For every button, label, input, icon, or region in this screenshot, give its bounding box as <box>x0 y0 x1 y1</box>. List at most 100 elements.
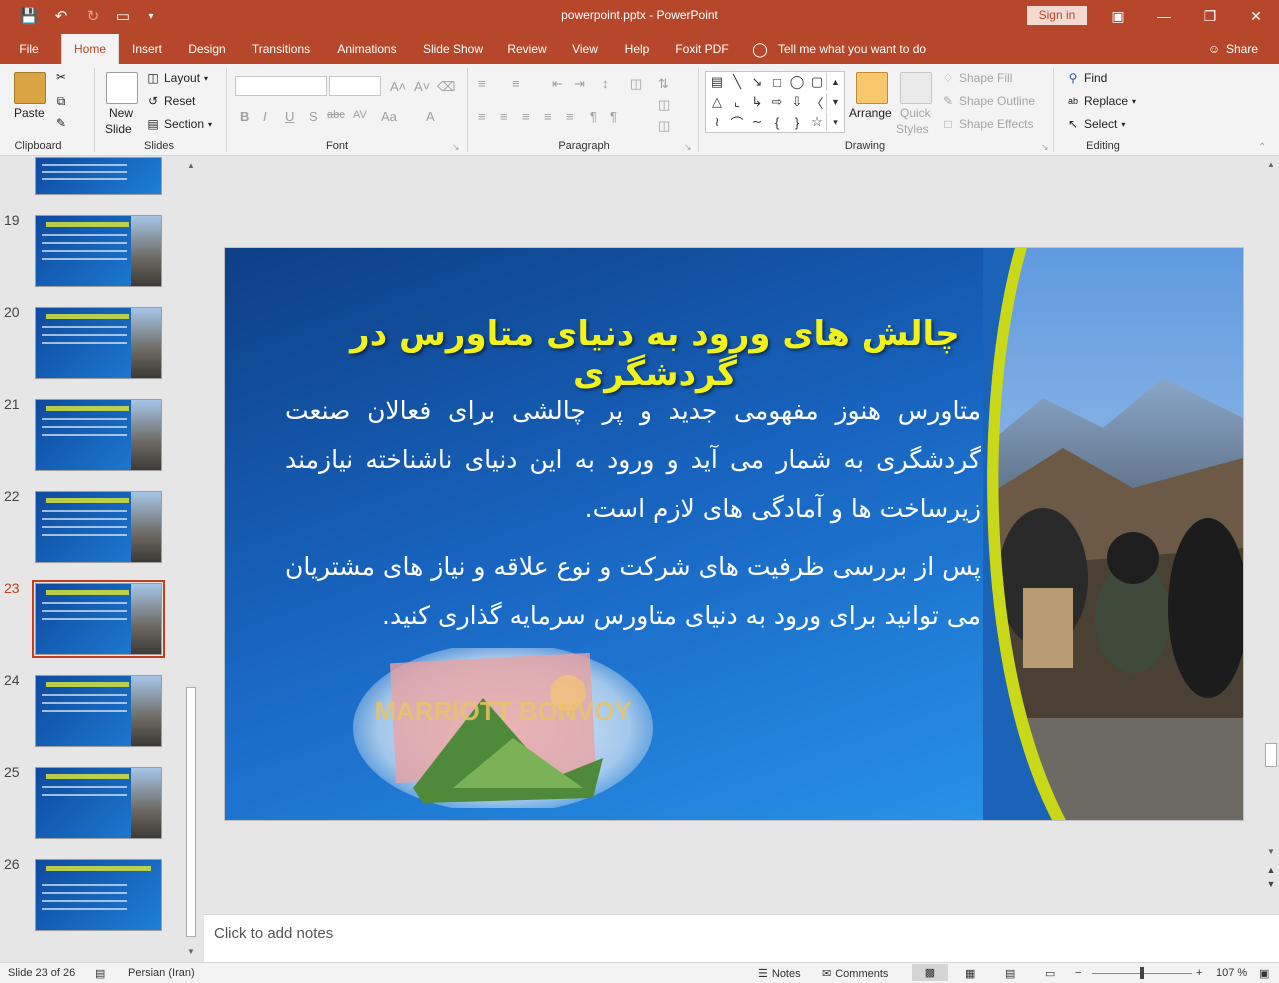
align-center-icon[interactable]: ≡ <box>500 109 508 124</box>
slide-paragraph-2[interactable]: پس از بررسی ظرفیت های شرکت و نوع علاقه و… <box>285 542 981 640</box>
tab-help[interactable]: Help <box>618 32 656 64</box>
textbox-shape-icon[interactable]: ▤ <box>708 73 726 91</box>
replace-button[interactable]: ab Replace ▾ <box>1066 94 1136 108</box>
paste-icon[interactable] <box>14 72 46 104</box>
normal-view-button[interactable]: ▩ <box>912 964 948 981</box>
align-left-icon[interactable]: ≡ <box>478 109 486 124</box>
triangle-shape-icon[interactable]: △ <box>708 93 726 111</box>
tab-transitions[interactable]: Transitions <box>245 32 317 64</box>
notes-toggle[interactable]: ☰ Notes <box>758 967 801 981</box>
close-icon[interactable]: ✕ <box>1233 0 1279 32</box>
shape-effects-button[interactable]: □ Shape Effects <box>941 117 1033 131</box>
rtl-icon[interactable]: ¶ <box>610 109 617 124</box>
thumbnail-scrollbar[interactable]: ▲ ▼ <box>184 157 198 962</box>
minimize-icon[interactable]: — <box>1141 0 1187 32</box>
slide-count[interactable]: Slide 23 of 26 <box>8 967 75 979</box>
zoom-slider-thumb[interactable] <box>1140 967 1144 979</box>
ribbon-display-icon[interactable]: ▣ <box>1095 0 1141 32</box>
tell-me-search[interactable]: Tell me what you want to do <box>778 32 938 64</box>
character-spacing-button[interactable]: AV <box>353 109 367 121</box>
shape-fill-button[interactable]: ♢ Shape Fill <box>941 71 1013 85</box>
scribble-shape-icon[interactable]: ∼ <box>748 113 766 131</box>
layout-button[interactable]: ◫ Layout ▾ <box>146 71 208 85</box>
shapes-gallery[interactable]: ▤ ╲ ↘ □ ◯ ▢ △ ⌞ ↳ ⇨ ⇩ 〈 ≀ ⌒ ∼ { } ☆ ▲ ▼ … <box>705 71 845 133</box>
elbow-arrow-icon[interactable]: ↳ <box>748 93 766 111</box>
restore-icon[interactable]: ❐ <box>1187 0 1233 32</box>
tab-view[interactable]: View <box>565 32 605 64</box>
cut-icon[interactable]: ✂ <box>54 70 68 84</box>
zoom-in-button[interactable]: + <box>1196 967 1202 979</box>
slide-thumbnail[interactable] <box>35 399 162 471</box>
gallery-down-icon[interactable]: ▼ <box>826 93 844 111</box>
slide-sorter-view-button[interactable]: ▦ <box>965 967 975 980</box>
arc-shape-icon[interactable]: ⌒ <box>728 113 746 131</box>
shape-outline-button[interactable]: ✎ Shape Outline <box>941 94 1035 108</box>
increase-indent-icon[interactable]: ⇥ <box>574 76 585 92</box>
tab-insert[interactable]: Insert <box>124 32 170 64</box>
clear-format-icon[interactable]: ⌫ <box>437 79 455 95</box>
line-shape-icon[interactable]: ╲ <box>728 73 746 91</box>
rectangle-shape-icon[interactable]: □ <box>768 73 786 91</box>
strikethrough-button[interactable]: abc <box>327 109 345 121</box>
text-direction-icon[interactable]: ⇅ <box>658 76 669 92</box>
tab-review[interactable]: Review <box>502 32 552 64</box>
gallery-up-icon[interactable]: ▲ <box>826 73 844 91</box>
tab-home[interactable]: Home <box>61 34 119 66</box>
slide-show-view-button[interactable]: ▭ <box>1045 967 1055 980</box>
arrow-line-shape-icon[interactable]: ↘ <box>748 73 766 91</box>
italic-button[interactable]: I <box>263 109 267 124</box>
font-name-dropdown[interactable] <box>235 76 327 96</box>
oval-shape-icon[interactable]: ◯ <box>788 73 806 91</box>
language-indicator[interactable]: Persian (Iran) <box>128 967 195 979</box>
section-button[interactable]: ▤ Section ▾ <box>146 117 212 131</box>
arrange-icon[interactable] <box>856 72 888 104</box>
paragraph-dialog-launcher-icon[interactable]: ↘ <box>684 142 692 153</box>
reset-button[interactable]: ↺ Reset <box>146 94 195 108</box>
slide-thumbnail[interactable] <box>35 859 162 931</box>
slide-thumbnail-selected[interactable] <box>32 580 165 658</box>
left-brace-shape-icon[interactable]: { <box>768 113 786 131</box>
down-arrow-shape-icon[interactable]: ⇩ <box>788 93 806 111</box>
tab-animations[interactable]: Animations <box>330 32 404 64</box>
slide-thumbnail[interactable] <box>35 157 162 195</box>
quick-styles-label-1[interactable]: Quick <box>900 106 931 120</box>
underline-button[interactable]: U <box>285 109 294 124</box>
scroll-thumb[interactable] <box>186 687 196 937</box>
slide-paragraph-1[interactable]: متاورس هنوز مفهومی جدید و پر چالشی برای … <box>285 386 981 533</box>
new-slide-label-1[interactable]: New <box>109 106 133 120</box>
freeform-shape-icon[interactable]: 〈 <box>808 93 826 111</box>
justify-icon[interactable]: ≡ <box>544 109 552 124</box>
share-button[interactable]: Share <box>1224 32 1260 64</box>
previous-slide-icon[interactable]: ▲ <box>1265 865 1277 877</box>
marriott-bonvoy-image[interactable]: MARRIOTT BONVOY <box>353 648 653 808</box>
scroll-down-icon[interactable]: ▼ <box>185 947 197 957</box>
zoom-out-button[interactable]: − <box>1075 967 1081 979</box>
tab-design[interactable]: Design <box>181 32 233 64</box>
select-button[interactable]: ↖ Select ▾ <box>1066 117 1125 131</box>
text-shadow-button[interactable]: S <box>309 109 318 124</box>
slide-canvas[interactable]: چالش های ورود به دنیای متاورس در گردشگری… <box>224 247 1244 821</box>
new-slide-label-2[interactable]: Slide <box>105 122 132 136</box>
scroll-down-icon[interactable]: ▼ <box>1265 847 1277 859</box>
slide-thumbnail[interactable] <box>35 491 162 563</box>
collapse-ribbon-icon[interactable]: ⌃ <box>1258 142 1266 153</box>
arrange-button[interactable]: Arrange <box>849 106 892 120</box>
bullets-icon[interactable]: ≡ <box>478 76 486 91</box>
sign-in-button[interactable]: Sign in <box>1027 6 1087 25</box>
slide-title[interactable]: چالش های ورود به دنیای متاورس در گردشگری <box>285 314 1025 394</box>
right-arrow-shape-icon[interactable]: ⇨ <box>768 93 786 111</box>
decrease-indent-icon[interactable]: ⇤ <box>552 76 563 92</box>
copy-icon[interactable]: ⧉ <box>54 94 68 108</box>
drawing-dialog-launcher-icon[interactable]: ↘ <box>1041 142 1049 153</box>
distributed-icon[interactable]: ≡ <box>566 109 574 124</box>
notes-pane[interactable]: Click to add notes <box>204 914 1279 962</box>
slide-thumbnail[interactable] <box>35 215 162 287</box>
font-dialog-launcher-icon[interactable]: ↘ <box>452 142 460 153</box>
format-painter-icon[interactable]: ✎ <box>54 116 68 130</box>
next-slide-icon[interactable]: ▼ <box>1265 879 1277 891</box>
editor-scrollbar[interactable]: ▲ ▼ ▲ ▼ <box>1263 157 1279 912</box>
zoom-level[interactable]: 107 % <box>1216 967 1247 979</box>
tab-file[interactable]: File <box>10 32 48 64</box>
spellcheck-icon[interactable]: ▤ <box>95 967 105 980</box>
right-brace-shape-icon[interactable]: } <box>788 113 806 131</box>
